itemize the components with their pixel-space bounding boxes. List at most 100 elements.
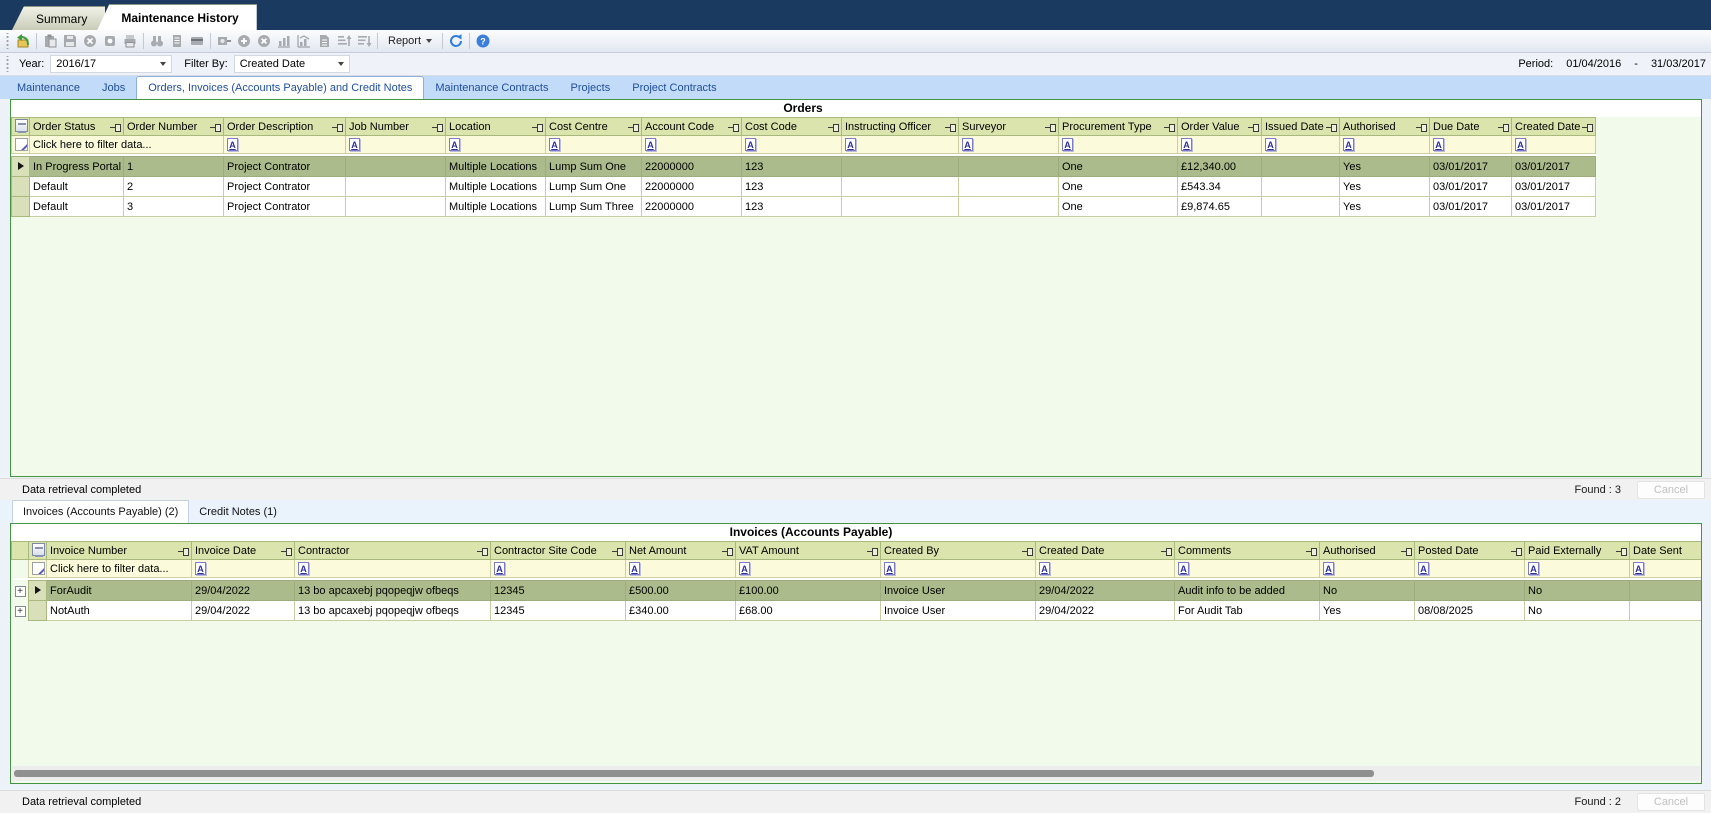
pin-icon[interactable] — [1401, 547, 1412, 556]
orders-filter-cell-instructing-officer[interactable]: A — [842, 136, 959, 154]
pin-icon[interactable] — [1616, 547, 1627, 556]
orders-column-header-order-value[interactable]: Order Value — [1178, 118, 1262, 136]
orders-cell-location[interactable]: Multiple Locations — [446, 177, 546, 197]
filter-text-icon[interactable]: A — [745, 138, 756, 151]
filter-text-icon[interactable]: A — [739, 562, 750, 575]
orders-cell-job-number[interactable] — [346, 157, 446, 177]
orders-cell-account-code[interactable]: 22000000 — [642, 177, 742, 197]
invoices-cell-contractor-site-code[interactable]: 12345 — [491, 581, 626, 601]
row-header[interactable] — [12, 197, 30, 217]
filter-text-icon[interactable]: A — [1323, 562, 1334, 575]
filter-text-icon[interactable]: A — [962, 138, 973, 151]
filter-text-icon[interactable]: A — [298, 562, 309, 575]
filter-text-icon[interactable]: A — [549, 138, 560, 151]
pin-icon[interactable] — [210, 123, 221, 132]
orders-cell-surveyor[interactable] — [959, 157, 1059, 177]
invoices-cell-posted-date[interactable]: 08/08/2025 — [1415, 601, 1525, 621]
orders-cell-issued-date[interactable] — [1262, 157, 1340, 177]
orders-filter-cell-cost-code[interactable]: A — [742, 136, 842, 154]
invoices-column-header-invoice-number[interactable]: Invoice Number — [47, 542, 192, 560]
invoices-filter-cell-created-date[interactable]: A — [1036, 560, 1175, 578]
orders-cell-due-date[interactable]: 03/01/2017 — [1430, 197, 1512, 217]
orders-column-header-surveyor[interactable]: Surveyor — [959, 118, 1059, 136]
invoices-column-header-contractor-site-code[interactable]: Contractor Site Code — [491, 542, 626, 560]
navigate-home-icon[interactable] — [13, 32, 33, 51]
orders-cell-authorised[interactable]: Yes — [1340, 177, 1430, 197]
orders-cell-location[interactable]: Multiple Locations — [446, 197, 546, 217]
tab-invoices-accounts-payable-2[interactable]: Invoices (Accounts Payable) (2) — [12, 500, 189, 523]
invoices-cell-created-date[interactable]: 29/04/2022 — [1036, 601, 1175, 621]
invoices-cell-invoice-number[interactable]: ForAudit — [47, 581, 192, 601]
orders-cell-surveyor[interactable] — [959, 177, 1059, 197]
chart-report-icon[interactable] — [294, 32, 314, 51]
pin-icon[interactable] — [332, 123, 343, 132]
pin-icon[interactable] — [281, 547, 292, 556]
invoices-cell-invoice-date[interactable]: 29/04/2022 — [192, 601, 295, 621]
invoices-cell-paid-externally[interactable]: No — [1525, 581, 1630, 601]
filter-text-icon[interactable]: A — [1181, 138, 1192, 151]
filter-text-icon[interactable]: A — [494, 562, 505, 575]
invoices-filter-hint[interactable]: Click here to filter data... — [47, 560, 192, 578]
orders-filter-cell-order-value[interactable]: A — [1178, 136, 1262, 154]
paste-icon[interactable] — [40, 32, 60, 51]
orders-column-header-cost-centre[interactable]: Cost Centre — [546, 118, 642, 136]
invoices-cell-created-by[interactable]: Invoice User — [881, 581, 1036, 601]
pin-icon[interactable] — [628, 123, 639, 132]
pin-icon[interactable] — [477, 547, 488, 556]
orders-cell-order-status[interactable]: In Progress Portal — [30, 157, 124, 177]
orders-cell-order-value[interactable]: £543.34 — [1178, 177, 1262, 197]
orders-cell-procurement-type[interactable]: One — [1059, 197, 1178, 217]
invoices-row-expand[interactable]: + — [12, 581, 29, 601]
orders-cell-account-code[interactable]: 22000000 — [642, 197, 742, 217]
pin-icon[interactable] — [1161, 547, 1172, 556]
orders-cell-account-code[interactable]: 22000000 — [642, 157, 742, 177]
invoices-cell-date-sent[interactable] — [1630, 601, 1702, 621]
invoices-cell-paid-externally[interactable]: No — [1525, 601, 1630, 621]
orders-cell-procurement-type[interactable]: One — [1059, 177, 1178, 197]
tab-project-contracts[interactable]: Project Contracts — [621, 77, 727, 99]
orders-column-header-account-code[interactable]: Account Code — [642, 118, 742, 136]
pin-icon[interactable] — [110, 123, 121, 132]
orders-cell-cost-centre[interactable]: Lump Sum One — [546, 177, 642, 197]
invoices-cell-authorised[interactable]: No — [1320, 581, 1415, 601]
orders-cell-cost-code[interactable]: 123 — [742, 197, 842, 217]
invoices-cell-comments[interactable]: Audit info to be added — [1175, 581, 1320, 601]
invoices-column-header-posted-date[interactable]: Posted Date — [1415, 542, 1525, 560]
orders-cell-instructing-officer[interactable] — [842, 197, 959, 217]
orders-cell-instructing-officer[interactable] — [842, 177, 959, 197]
invoices-filter-cell-net-amount[interactable]: A — [626, 560, 736, 578]
invoices-cell-created-date[interactable]: 29/04/2022 — [1036, 581, 1175, 601]
orders-cell-instructing-officer[interactable] — [842, 157, 959, 177]
invoices-column-header-date-sent[interactable]: Date Sent — [1630, 542, 1702, 560]
orders-filter-cell-location[interactable]: A — [446, 136, 546, 154]
pin-icon[interactable] — [1248, 123, 1259, 132]
invoices-cell-contractor-site-code[interactable]: 12345 — [491, 601, 626, 621]
orders-filter-cell-procurement-type[interactable]: A — [1059, 136, 1178, 154]
tab-jobs[interactable]: Jobs — [91, 77, 136, 99]
invoices-cell-date-sent[interactable] — [1630, 581, 1702, 601]
filter-by-select[interactable]: Created Date — [234, 55, 350, 73]
orders-cancel-button[interactable]: Cancel — [1637, 481, 1705, 499]
invoices-filter-cell-comments[interactable]: A — [1175, 560, 1320, 578]
orders-cell-location[interactable]: Multiple Locations — [446, 157, 546, 177]
toolbar-grip[interactable] — [5, 33, 10, 49]
pin-icon[interactable] — [1306, 547, 1317, 556]
chart-icon[interactable] — [274, 32, 294, 51]
filter-text-icon[interactable]: A — [349, 138, 360, 151]
invoices-cell-comments[interactable]: For Audit Tab — [1175, 601, 1320, 621]
invoices-filter-cell-authorised[interactable]: A — [1320, 560, 1415, 578]
orders-cell-order-value[interactable]: £9,874.65 — [1178, 197, 1262, 217]
filter-text-icon[interactable]: A — [1418, 562, 1429, 575]
orders-filter-edit[interactable] — [12, 136, 30, 154]
orders-table-row[interactable]: Default2Project ContratorMultiple Locati… — [12, 177, 1596, 197]
record-icon[interactable] — [100, 32, 120, 51]
print-icon[interactable] — [120, 32, 140, 51]
orders-column-header-cost-code[interactable]: Cost Code — [742, 118, 842, 136]
filter-text-icon[interactable]: A — [629, 562, 640, 575]
orders-filter-hint[interactable]: Click here to filter data... — [30, 136, 224, 154]
pin-icon[interactable] — [867, 547, 878, 556]
report-button[interactable]: Report — [381, 32, 439, 51]
pin-icon[interactable] — [178, 547, 189, 556]
pin-icon[interactable] — [1022, 547, 1033, 556]
row-header[interactable] — [29, 601, 47, 621]
